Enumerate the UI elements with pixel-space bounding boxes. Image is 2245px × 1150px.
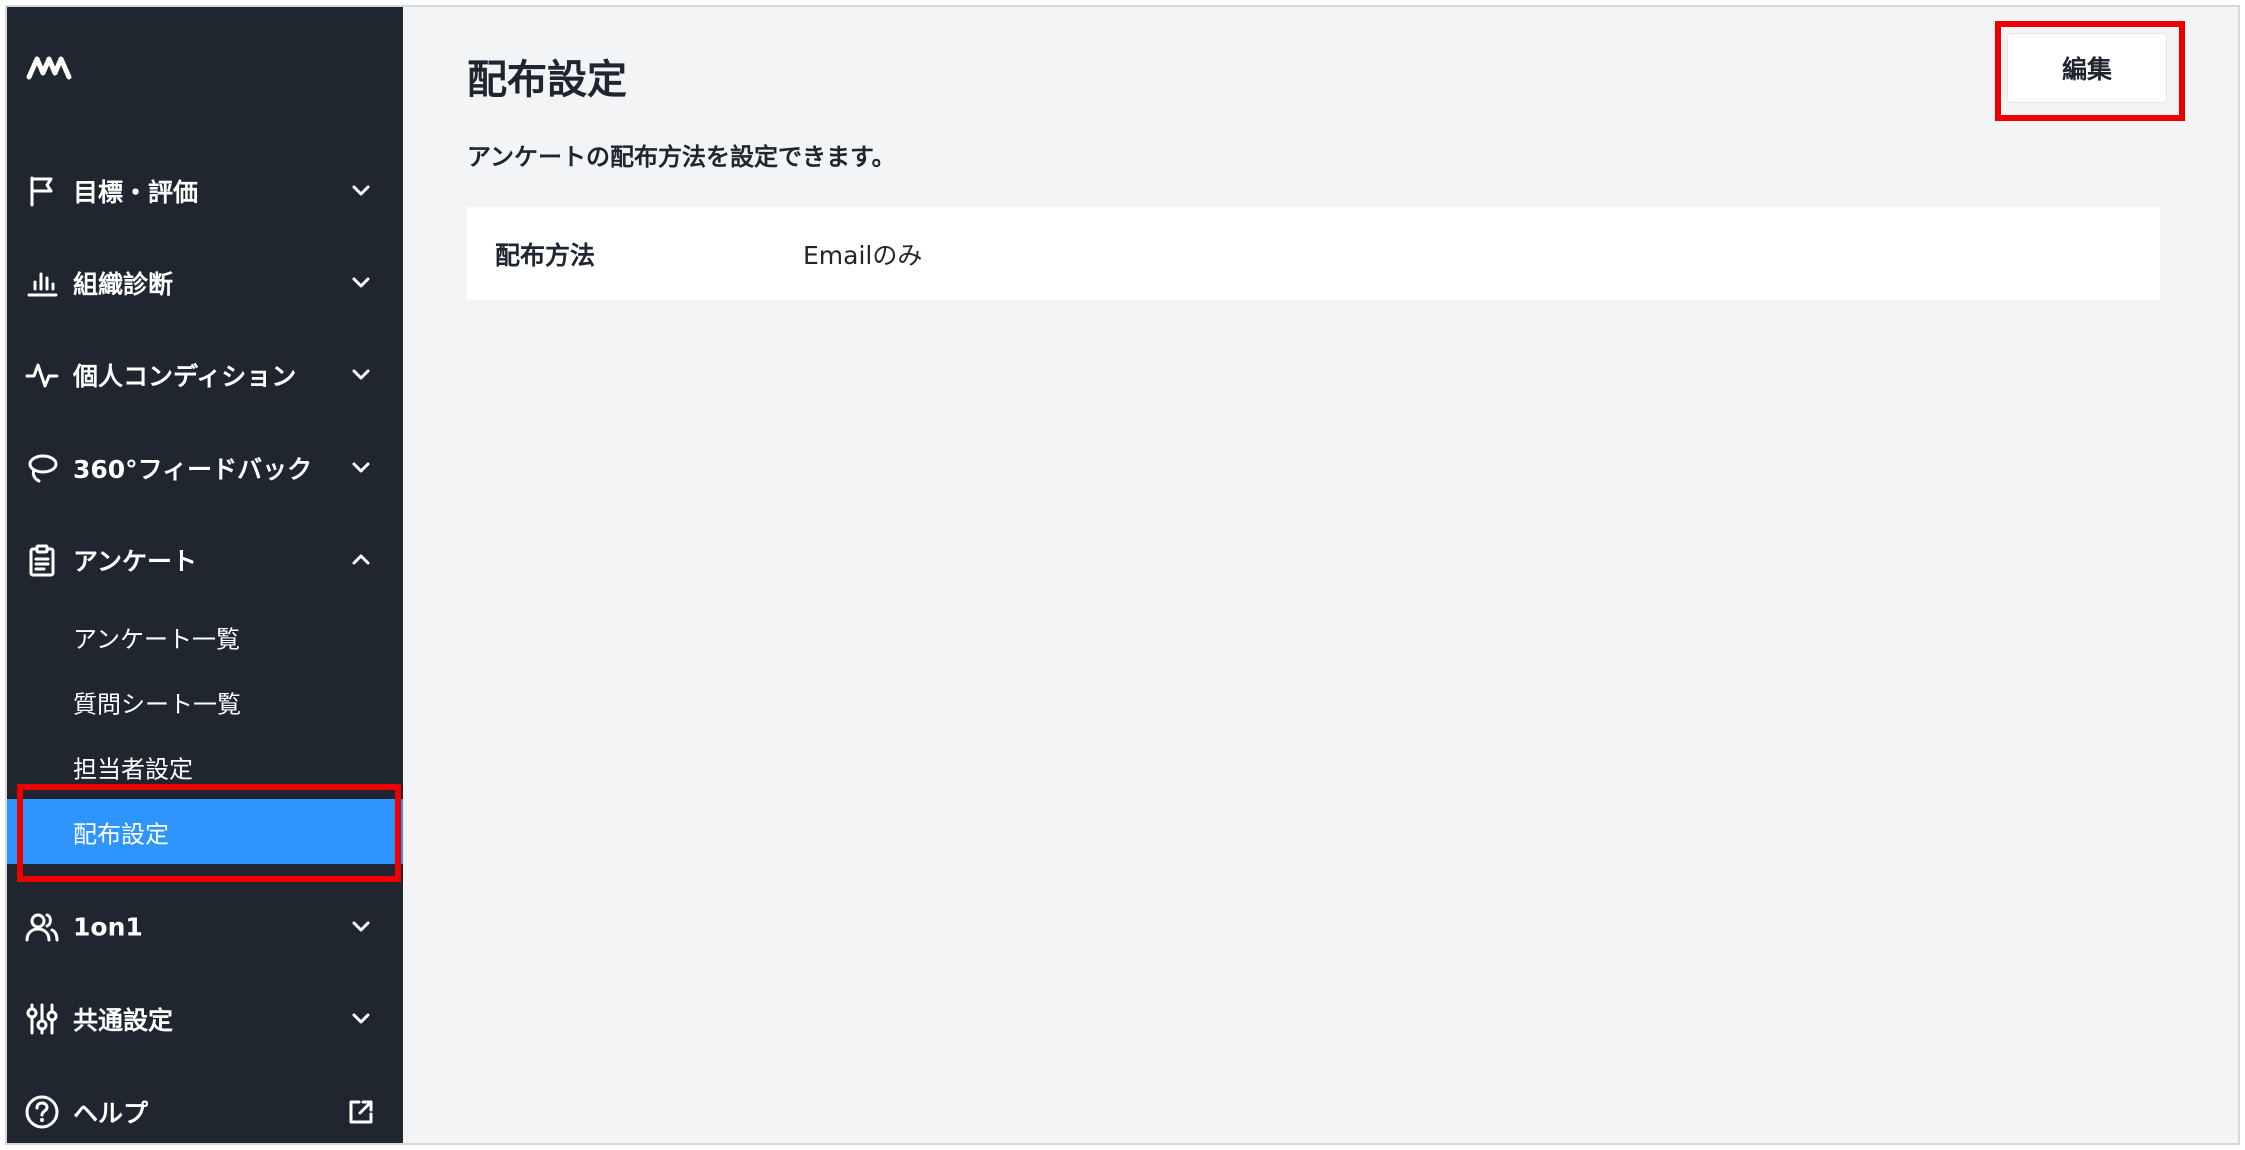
flag-icon: [23, 172, 61, 210]
sidebar-item-survey[interactable]: アンケート: [7, 514, 403, 606]
help-circle-icon: [23, 1093, 61, 1131]
sidebar-item-label: 360°フィードバック: [73, 455, 313, 484]
sidebar-item-org-diagnosis[interactable]: 組織診断: [7, 237, 403, 329]
sidebar-item-label: 組織診断: [73, 270, 174, 299]
chevron-down-icon: [347, 1005, 375, 1033]
settings-label: 配布方法: [495, 240, 596, 270]
sidebar-subitem-survey-list[interactable]: アンケート一覧: [7, 604, 403, 669]
sidebar-item-condition[interactable]: 個人コンディション: [7, 329, 403, 421]
sidebar-item-label: アンケート: [73, 547, 198, 576]
lasso-icon: [23, 449, 61, 487]
clipboard-icon: [23, 541, 61, 579]
chevron-down-icon: [347, 361, 375, 389]
app-window: 目標・評価 組織診断 個人コンディション 360°フィードバック アンケート ア…: [5, 5, 2240, 1145]
sidebar-item-label: 個人コンディション: [73, 362, 297, 391]
users-icon: [23, 908, 61, 946]
sidebar-item-help[interactable]: ヘルプ: [7, 1066, 403, 1143]
edit-button[interactable]: 編集: [2007, 33, 2167, 103]
sliders-icon: [23, 1000, 61, 1038]
chevron-down-icon: [347, 913, 375, 941]
sidebar: 目標・評価 組織診断 個人コンディション 360°フィードバック アンケート ア…: [7, 7, 403, 1143]
bar-chart-icon: [23, 264, 61, 302]
sidebar-subitem-question-sheets[interactable]: 質問シート一覧: [7, 669, 403, 734]
sidebar-subitem-label: アンケート一覧: [73, 625, 241, 653]
main-content: 配布設定 アンケートの配布方法を設定できます。 編集 配布方法 Emailのみ: [403, 7, 2238, 1143]
sidebar-item-label: 1on1: [73, 912, 143, 942]
settings-value: Emailのみ: [803, 240, 923, 270]
chevron-down-icon: [347, 454, 375, 482]
settings-card: 配布方法 Emailのみ: [467, 207, 2160, 300]
external-link-icon: [347, 1098, 375, 1126]
chevron-up-icon: [347, 546, 375, 574]
sidebar-item-label: 共通設定: [73, 1006, 174, 1035]
sidebar-subitem-label: 配布設定: [73, 820, 169, 848]
sidebar-item-label: 目標・評価: [73, 178, 199, 207]
sidebar-item-1on1[interactable]: 1on1: [7, 881, 403, 973]
chevron-down-icon: [347, 177, 375, 205]
sidebar-subitem-label: 質問シート一覧: [73, 690, 241, 718]
pulse-icon: [23, 356, 61, 394]
sidebar-subitem-distribution-settings[interactable]: 配布設定: [7, 799, 403, 864]
sidebar-subitem-assignee-settings[interactable]: 担当者設定: [7, 734, 403, 799]
sidebar-item-360-feedback[interactable]: 360°フィードバック: [7, 422, 403, 514]
sidebar-item-label: ヘルプ: [73, 1099, 149, 1128]
page-title: 配布設定: [467, 57, 627, 103]
logo-icon[interactable]: [25, 47, 73, 87]
sidebar-item-common-settings[interactable]: 共通設定: [7, 973, 403, 1065]
page-description: アンケートの配布方法を設定できます。: [467, 143, 896, 171]
sidebar-item-goals[interactable]: 目標・評価: [7, 145, 403, 237]
sidebar-subitem-label: 担当者設定: [73, 755, 193, 783]
chevron-down-icon: [347, 269, 375, 297]
